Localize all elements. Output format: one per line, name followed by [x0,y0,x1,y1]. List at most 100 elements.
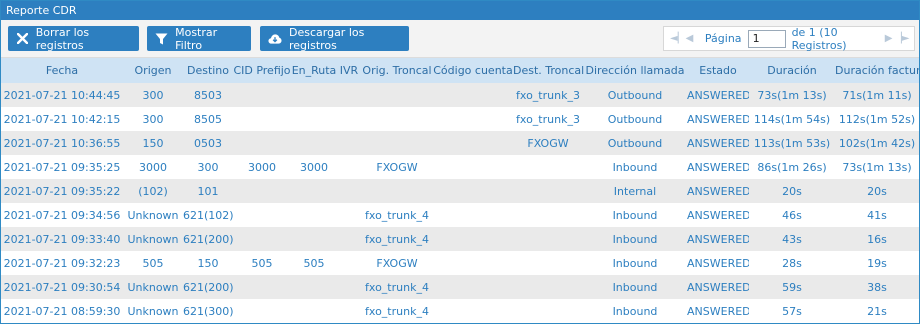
cell-destination: 101 [197,184,219,198]
cell-en-ruta: 3000 [300,160,328,174]
column-header-dest-trunk[interactable]: Dest. Troncal [513,58,584,83]
cell-status: ANSWERED [687,232,749,246]
cell-cid-prefix [233,299,291,323]
cell-orig-trunk [361,131,433,155]
cell-cid-prefix: 3000 [248,160,276,174]
column-header-origin[interactable]: Origen [123,58,183,83]
cell-en-ruta [291,83,337,107]
cell-date: 2021-07-21 10:44:45 [3,88,121,102]
cell-destination: 621(300) [183,304,233,318]
column-header-account-code[interactable]: Código cuenta [433,58,513,83]
table-row[interactable]: 2021-07-21 09:34:56 Unknown 621(102) fxo_tr… [1,203,919,227]
column-header-date[interactable]: Fecha [1,58,123,83]
cell-call-direction: Inbound [612,304,658,318]
table-row[interactable]: 2021-07-21 09:35:22 (102) 101 Internal ANSWE… [1,179,919,203]
cell-ivr [337,83,361,107]
cell-duration: 43s [782,232,802,246]
filter-icon [155,32,168,46]
cell-orig-trunk: fxo_trunk_4 [365,208,429,222]
cell-status: ANSWERED [687,160,749,174]
cell-account-code [433,155,513,179]
cell-account-code [433,203,513,227]
cell-destination: 621(200) [183,280,233,294]
column-header-billing-duration[interactable]: Duración facturac. [835,58,919,83]
column-header-orig-trunk[interactable]: Orig. Troncal [361,58,433,83]
cell-date: 2021-07-21 10:36:55 [3,136,121,150]
cell-en-ruta: 505 [303,256,325,270]
cell-origin: 3000 [139,160,167,174]
page-number-input[interactable] [747,29,786,48]
cell-date: 2021-07-21 09:33:40 [3,232,121,246]
cell-billing-duration: 19s [867,256,887,270]
cell-call-direction: Inbound [612,232,658,246]
cell-orig-trunk: FXOGW [376,256,418,270]
last-page-icon[interactable]: ▕► [894,33,909,44]
cell-ivr [337,227,361,251]
cell-call-direction: Inbound [612,280,658,294]
column-header-call-direction[interactable]: Dirección llamada [583,58,687,83]
cell-ivr [337,251,361,275]
column-header-destination[interactable]: Destino [183,58,233,83]
cell-billing-duration: 112s(1m 52s) [838,112,916,126]
cell-cid-prefix [233,107,291,131]
cell-cid-prefix [233,203,291,227]
cell-account-code [433,107,513,131]
cell-destination: 621(200) [183,232,233,246]
cell-call-direction: Internal [613,184,657,198]
cell-ivr [337,299,361,323]
cell-account-code [433,275,513,299]
cell-orig-trunk: FXOGW [376,160,418,174]
cell-date: 2021-07-21 08:59:30 [3,304,121,318]
download-records-label: Descargar los registros [289,25,365,52]
table-row[interactable]: 2021-07-21 10:36:55 150 0503 FXOGW Outbound A… [1,131,919,155]
first-page-icon[interactable]: ◄▏ [670,33,685,44]
download-records-button[interactable]: Descargar los registros [260,25,409,52]
cell-orig-trunk: fxo_trunk_4 [365,280,429,294]
cell-en-ruta [291,299,337,323]
table-row[interactable]: 2021-07-21 10:44:45 300 8503 fxo_trunk_3 Out… [1,83,919,107]
cell-ivr [337,203,361,227]
column-header-ivr[interactable]: IVR [337,58,361,83]
cell-date: 2021-07-21 09:35:22 [3,184,121,198]
cell-orig-trunk [361,107,433,131]
table-row[interactable]: 2021-07-21 09:33:40 Unknown 621(200) fxo_tr… [1,227,919,251]
cell-cid-prefix [233,131,291,155]
cdr-report-panel: Reporte CDR Borrar los registros Mostrar… [0,0,920,324]
cell-billing-duration: 20s [867,184,887,198]
cell-origin: 505 [142,256,164,270]
table-body: 2021-07-21 10:44:45 300 8503 fxo_trunk_3 Out… [1,83,919,323]
column-header-status[interactable]: Estado [687,58,749,83]
cell-orig-trunk: fxo_trunk_4 [365,304,429,318]
cell-dest-trunk [513,179,583,203]
cell-cid-prefix [233,227,291,251]
cell-origin: 150 [142,136,164,150]
delete-records-button[interactable]: Borrar los registros [8,26,139,52]
show-filter-button[interactable]: Mostrar Filtro [147,26,251,52]
table-row[interactable]: 2021-07-21 09:35:25 3000 300 3000 3000 FXOGW I… [1,155,919,179]
page-total-label: de 1 (10 Registros) [791,25,847,52]
table-header-row: Fecha Origen Destino CID Prefijo En_Ruta IVR O… [1,58,919,83]
cell-billing-duration: 16s [867,232,887,246]
cell-duration: 46s [782,208,802,222]
cell-status: ANSWERED [687,280,749,294]
table-row[interactable]: 2021-07-21 09:30:54 Unknown 621(200) fxo_tr… [1,275,919,299]
prev-page-icon[interactable]: ◀ [684,33,695,44]
table-row[interactable]: 2021-07-21 09:32:23 505 150 505 505 FXOGW Inbo… [1,251,919,275]
table-row[interactable]: 2021-07-21 08:59:30 Unknown 621(300) fxo_tr… [1,299,919,323]
cell-orig-trunk [361,179,433,203]
cell-billing-duration: 38s [867,280,887,294]
cell-duration: 57s [782,304,802,318]
cell-duration: 113s(1m 53s) [753,136,831,150]
column-header-duration[interactable]: Duración [749,58,835,83]
cell-date: 2021-07-21 10:42:15 [3,112,121,126]
cell-account-code [433,83,513,107]
column-header-en-ruta[interactable]: En_Ruta [291,58,337,83]
cell-duration: 59s [782,280,802,294]
cell-cid-prefix: 505 [251,256,273,270]
table-row[interactable]: 2021-07-21 10:42:15 300 8505 fxo_trunk_3 Out… [1,107,919,131]
next-page-icon[interactable]: ▶ [883,33,894,44]
cell-ivr [337,107,361,131]
cell-en-ruta [291,203,337,227]
column-header-cid-prefix[interactable]: CID Prefijo [233,58,291,83]
cell-destination: 300 [197,160,219,174]
